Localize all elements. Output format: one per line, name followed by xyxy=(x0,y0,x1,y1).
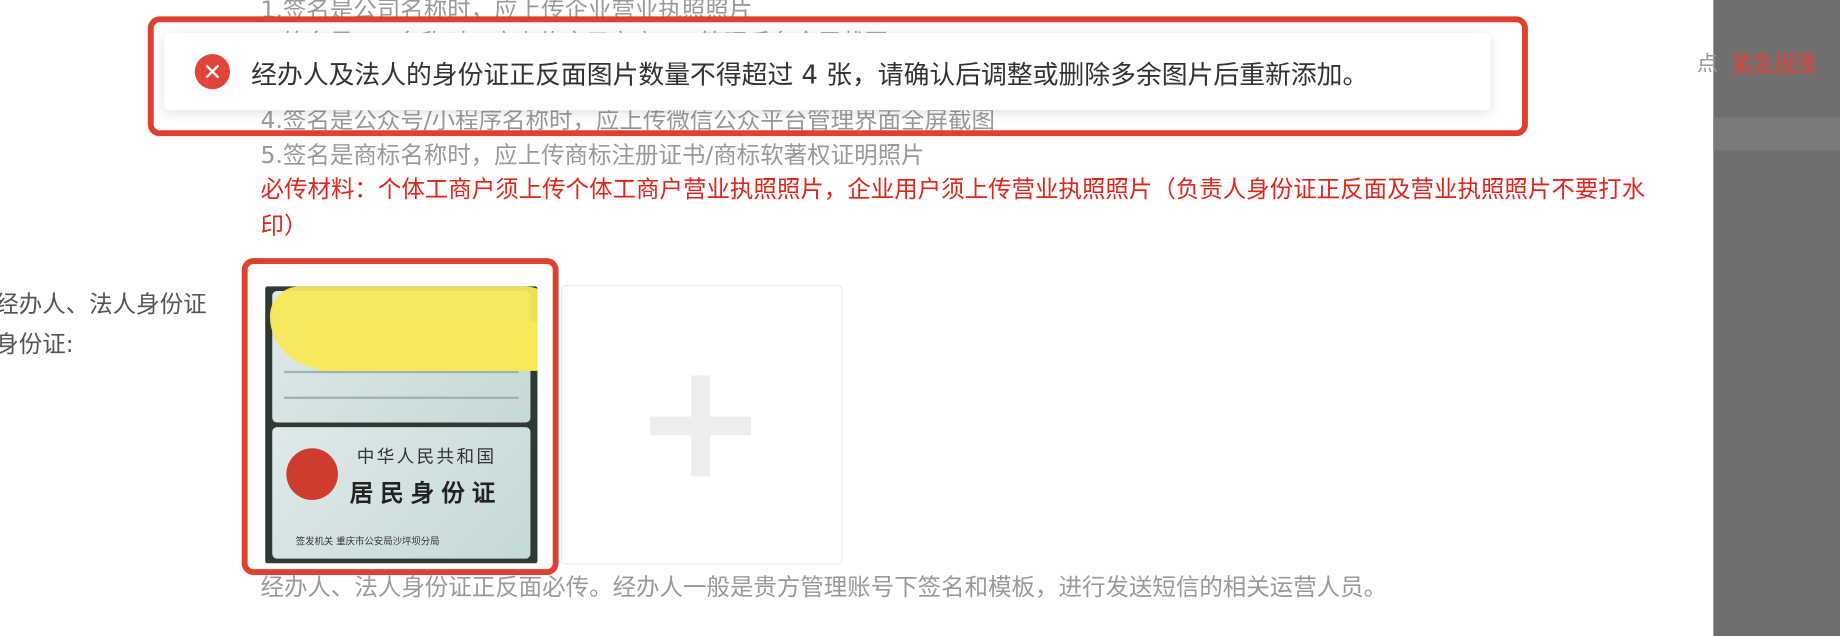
page: 1.签名是公司名称时，应上传企业营业执照照片 2.签名是APP名称时，应上传应用… xyxy=(0,0,1840,636)
header-right: 点 紧急报障 xyxy=(1697,47,1816,78)
requirement-line-5: 5.签名是商标名称时，应上传商标注册证书/商标软著权证明照片 xyxy=(260,140,925,169)
plus-icon xyxy=(650,416,752,436)
id-upload-label-line1: 经办人、法人身份证 xyxy=(0,289,207,319)
annotation-box-thumbnail xyxy=(241,258,559,576)
add-image-button[interactable] xyxy=(560,285,843,565)
header-tail-char: 点 xyxy=(1696,51,1719,77)
emergency-report-link[interactable]: 紧急报障 xyxy=(1732,52,1816,77)
annotation-box-toast xyxy=(147,16,1528,137)
side-overlay xyxy=(1713,0,1840,636)
overlay-bar xyxy=(1713,117,1840,151)
id-upload-label: 经办人、法人身份证 身份证: xyxy=(0,284,242,364)
id-upload-label-line2: 身份证: xyxy=(0,329,74,358)
required-materials-text: 必传材料：个体工商户须上传个体工商户营业执照照片，企业用户须上传营业执照照片（负… xyxy=(260,174,1646,240)
